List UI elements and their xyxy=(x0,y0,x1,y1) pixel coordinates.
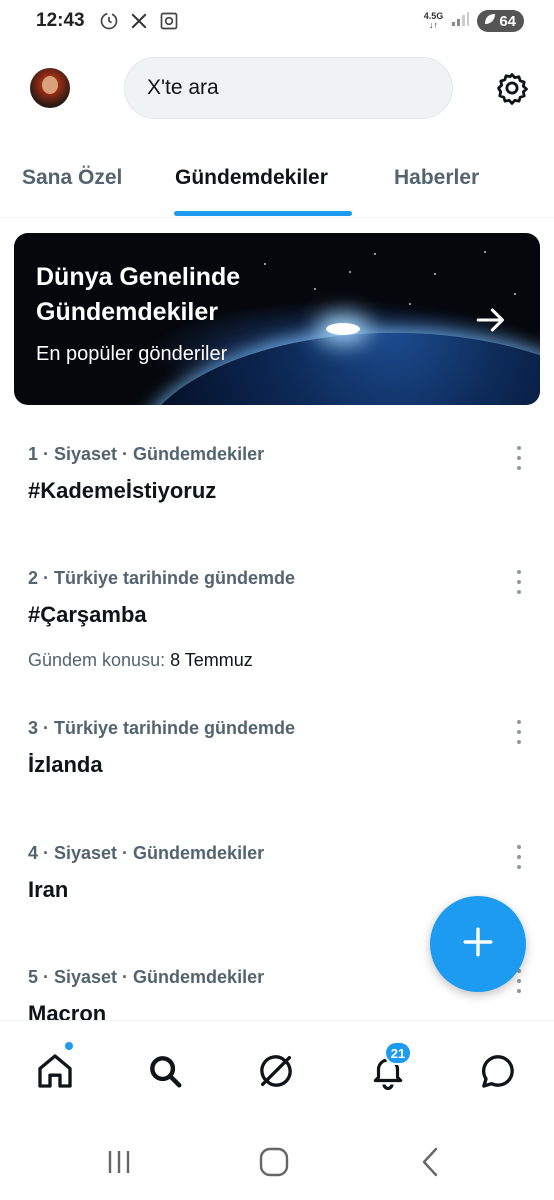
more-options-icon[interactable] xyxy=(511,845,527,869)
grok-icon[interactable] xyxy=(254,1049,298,1093)
battery-indicator: 64 xyxy=(477,10,524,32)
trend-item[interactable]: 2 · Türkiye tarihinde gündemde #Çarşamba… xyxy=(0,568,554,688)
gear-icon[interactable] xyxy=(493,69,531,107)
search-icon[interactable] xyxy=(143,1049,187,1093)
home-button-icon[interactable] xyxy=(254,1144,294,1180)
trend-name: İzlanda xyxy=(28,752,103,777)
data-arrows-icon: ↓↑ xyxy=(429,20,439,30)
system-navigation-bar xyxy=(0,1128,554,1200)
more-options-icon[interactable] xyxy=(511,570,527,594)
trend-item[interactable]: 3 · Türkiye tarihinde gündemde İzlanda xyxy=(0,718,554,828)
explore-tabs: Sana Özel Gündemdekiler Haberler xyxy=(0,148,554,218)
trend-item[interactable]: 1 · Siyaset · Gündemdekiler #Kademeİstiy… xyxy=(0,444,554,554)
tab-sana-ozel[interactable]: Sana Özel xyxy=(22,166,122,190)
profile-avatar[interactable] xyxy=(30,68,70,108)
home-unread-dot xyxy=(64,1041,74,1051)
trend-name: #Kademeİstiyoruz xyxy=(28,478,217,503)
status-right-group: 4.5G ↓↑ 64 xyxy=(424,10,524,32)
bottom-navigation xyxy=(0,1020,554,1112)
tab-haberler[interactable]: Haberler xyxy=(394,166,479,190)
worldwide-trends-banner[interactable]: Dünya Genelinde Gündemdekiler En popüler… xyxy=(14,233,540,405)
trend-topic-value: 8 Temmuz xyxy=(170,650,253,670)
top-header: X'te ara xyxy=(0,56,554,122)
home-icon[interactable] xyxy=(33,1049,77,1093)
back-icon[interactable] xyxy=(410,1144,450,1180)
active-tab-indicator xyxy=(174,211,352,216)
status-time: 12:43 xyxy=(36,10,85,31)
compose-post-button[interactable] xyxy=(430,896,526,992)
trend-meta: 4 · Siyaset · Gündemdekiler xyxy=(28,843,265,863)
trend-meta: 5 · Siyaset · Gündemdekiler xyxy=(28,967,265,987)
messages-icon[interactable] xyxy=(476,1049,520,1093)
clock-outline-icon xyxy=(98,10,120,32)
recent-apps-icon[interactable] xyxy=(99,1144,139,1180)
battery-leaf-icon xyxy=(483,12,497,30)
signal-icon xyxy=(451,11,470,32)
arrow-right-icon xyxy=(474,303,508,337)
search-input[interactable]: X'te ara xyxy=(124,57,453,119)
network-indicator: 4.5G ↓↑ xyxy=(424,12,444,30)
notification-count-badge: 21 xyxy=(384,1041,412,1065)
trend-name: Macron xyxy=(28,1001,107,1020)
more-options-icon[interactable] xyxy=(511,446,527,470)
banner-title: Dünya Genelinde Gündemdekiler xyxy=(36,263,241,326)
search-placeholder: X'te ara xyxy=(147,76,219,99)
status-bar: 12:43 4.5G ↓↑ 64 xyxy=(0,0,554,44)
trend-meta: 3 · Türkiye tarihinde gündemde xyxy=(28,718,296,738)
trend-name: Iran xyxy=(28,877,69,902)
trend-name: #Çarşamba xyxy=(28,602,147,627)
x-logo-icon xyxy=(128,10,150,32)
plus-icon xyxy=(461,925,495,964)
trend-topic-label: Gündem konusu: xyxy=(28,650,171,670)
tab-gundemdekiler[interactable]: Gündemdekiler xyxy=(175,166,328,190)
screenshot-icon xyxy=(158,10,180,32)
battery-level: 64 xyxy=(499,12,516,30)
trend-topic: Gündem konusu: 8 Temmuz xyxy=(28,650,253,671)
more-options-icon[interactable] xyxy=(511,720,527,744)
banner-subtitle: En popüler gönderiler xyxy=(36,343,228,365)
trend-meta: 1 · Siyaset · Gündemdekiler xyxy=(28,444,265,464)
status-notification-icons xyxy=(98,10,180,32)
trend-meta: 2 · Türkiye tarihinde gündemde xyxy=(28,568,296,588)
